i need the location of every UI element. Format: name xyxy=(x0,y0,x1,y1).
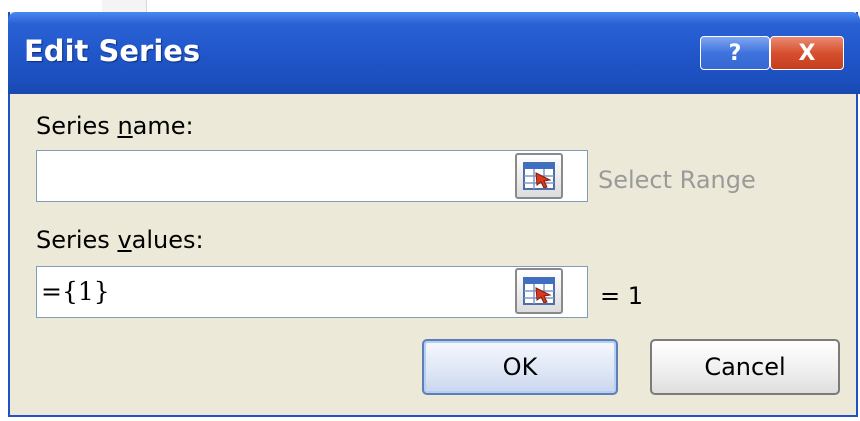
ok-button[interactable]: OK xyxy=(422,339,618,395)
series-name-label: Series name: xyxy=(36,112,194,140)
close-button[interactable]: X xyxy=(770,36,844,70)
cancel-button[interactable]: Cancel xyxy=(650,339,840,395)
range-selector-icon xyxy=(523,162,555,190)
edit-series-dialog: Edit Series ? X Series name: Select Rang… xyxy=(8,12,860,417)
series-values-range-button[interactable] xyxy=(515,268,563,314)
series-name-range-button[interactable] xyxy=(515,153,563,199)
background-window-edge xyxy=(102,0,147,12)
title-bar[interactable]: Edit Series ? X xyxy=(8,12,860,94)
series-name-hint: Select Range xyxy=(598,166,756,194)
series-values-label: Series values: xyxy=(36,226,204,254)
series-values-input[interactable]: ={1} xyxy=(36,266,588,318)
cancel-button-label: Cancel xyxy=(704,353,786,381)
series-name-input[interactable] xyxy=(36,150,588,202)
close-icon: X xyxy=(798,40,816,66)
range-selector-icon xyxy=(523,277,555,305)
series-values-value: ={1} xyxy=(41,277,110,306)
dialog-title: Edit Series xyxy=(24,34,201,68)
help-icon: ? xyxy=(728,40,742,66)
help-button[interactable]: ? xyxy=(700,36,770,70)
ok-button-label: OK xyxy=(502,353,538,381)
series-values-result: = 1 xyxy=(600,282,644,310)
